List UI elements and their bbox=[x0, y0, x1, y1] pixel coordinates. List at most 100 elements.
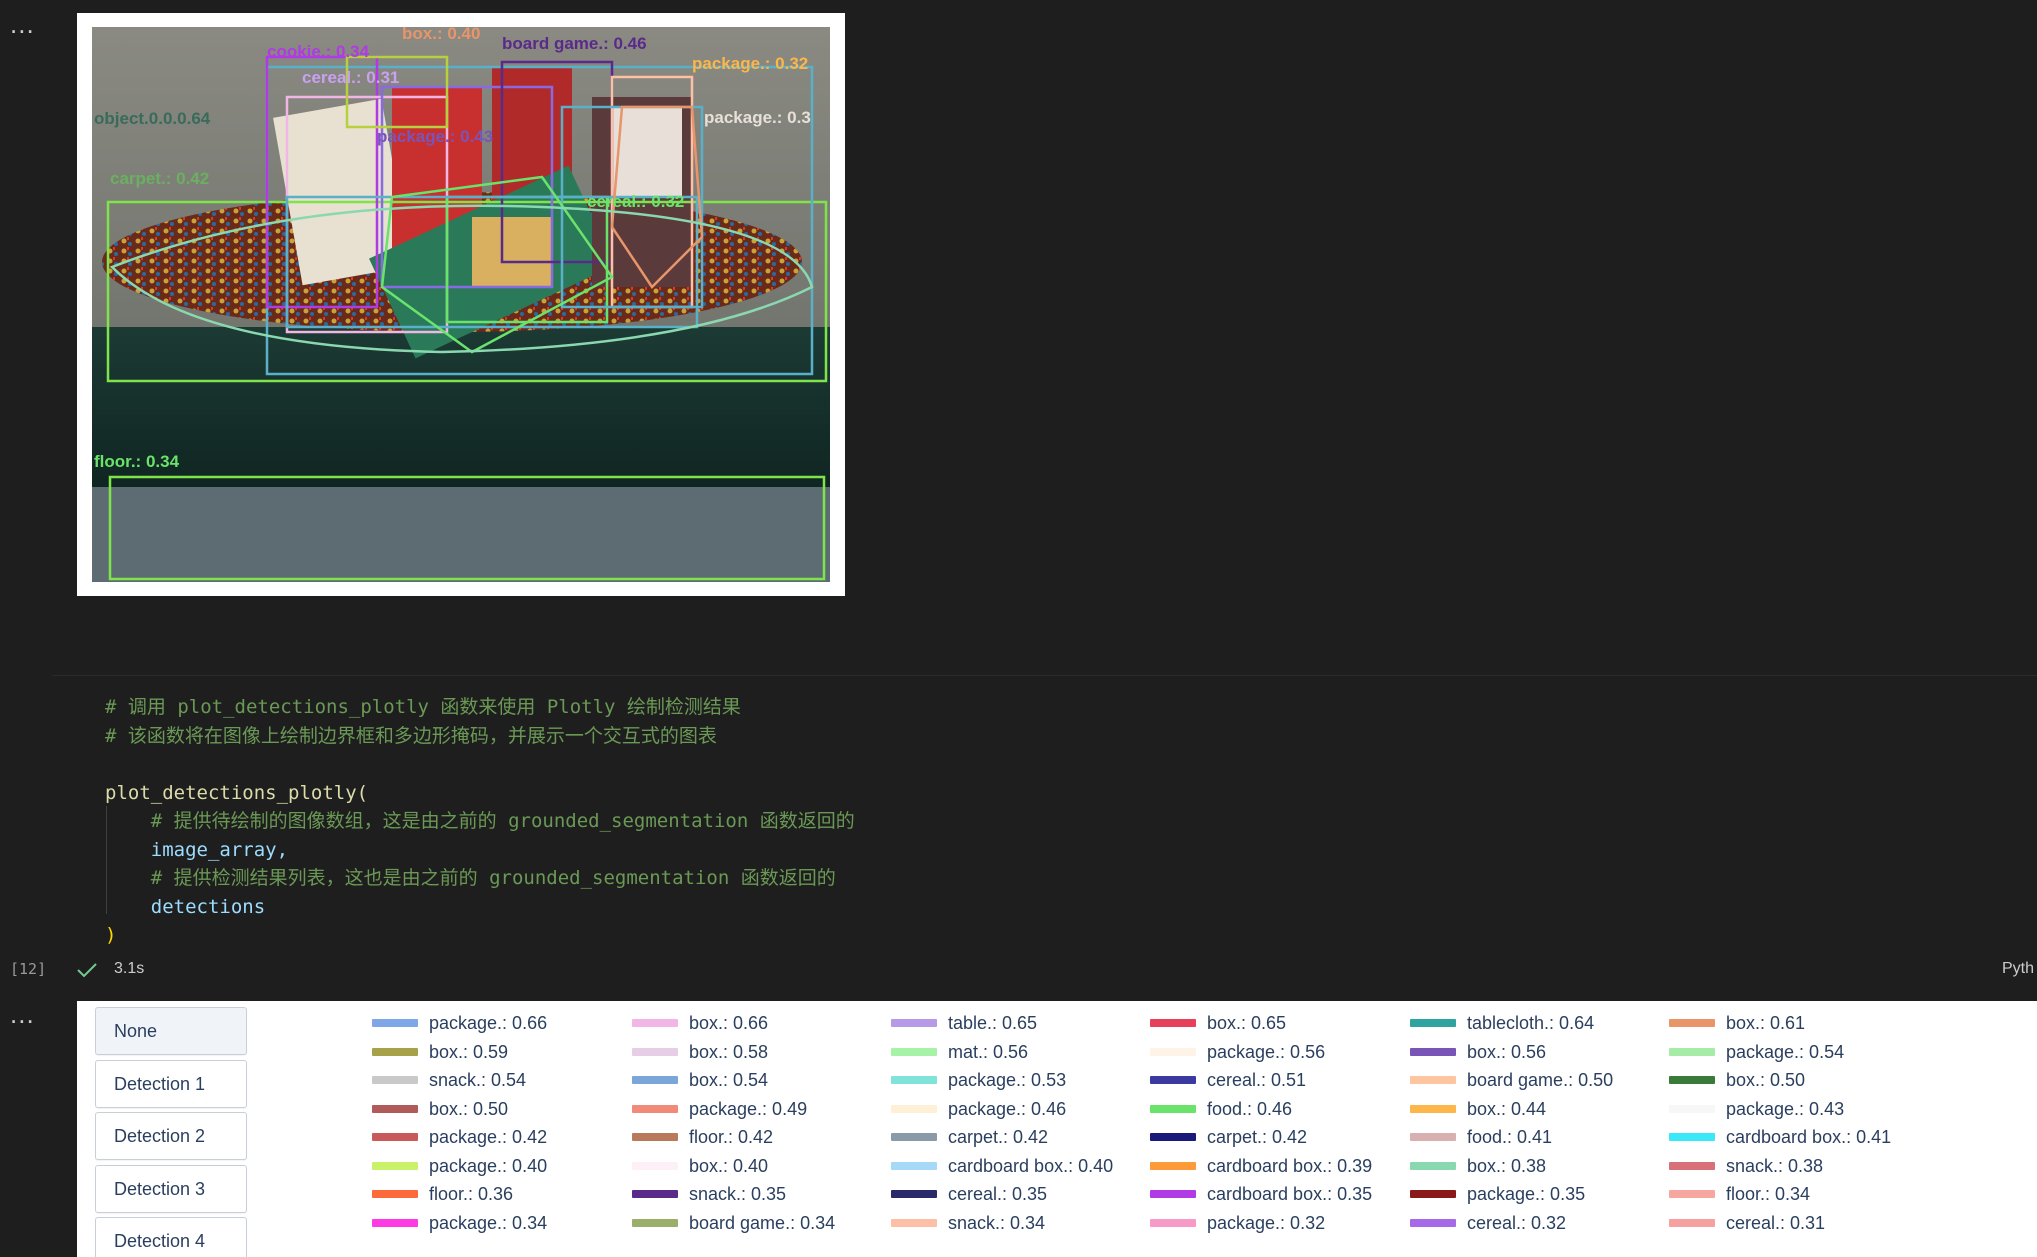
legend-swatch bbox=[1150, 1019, 1196, 1027]
legend-label: floor.: 0.36 bbox=[429, 1184, 514, 1204]
menu-button-detection-2[interactable]: Detection 2 bbox=[95, 1112, 247, 1160]
legend-swatch bbox=[1150, 1047, 1196, 1056]
detection-output-image: floor.: 0.34 carpet.: 0.42 object.0.0.0.… bbox=[77, 13, 845, 596]
label-floor: floor.: 0.34 bbox=[94, 452, 180, 471]
legend-swatch bbox=[1669, 1076, 1715, 1084]
legend-label: package.: 0.32 bbox=[1207, 1212, 1326, 1233]
legend-label: box.: 0.56 bbox=[1467, 1041, 1547, 1062]
legend-label: box.: 0.44 bbox=[1467, 1098, 1547, 1119]
legend-swatch bbox=[891, 1161, 937, 1170]
legend-swatch bbox=[372, 1190, 418, 1198]
legend-swatch bbox=[1410, 1104, 1456, 1113]
legend-swatch bbox=[891, 1047, 937, 1056]
legend-swatch bbox=[1150, 1161, 1196, 1170]
legend-swatch bbox=[891, 1218, 937, 1227]
legend-swatch bbox=[372, 1161, 418, 1170]
legend-swatch bbox=[632, 1047, 678, 1056]
legend-label: package.: 0.34 bbox=[429, 1212, 548, 1233]
legend-label: snack.: 0.35 bbox=[689, 1184, 787, 1204]
legend-swatch bbox=[632, 1104, 678, 1113]
menu-button-detection-1[interactable]: Detection 1 bbox=[95, 1060, 247, 1108]
legend-swatch bbox=[632, 1218, 678, 1227]
label-cereal-mid: cereal.: 0.32 bbox=[587, 192, 684, 211]
legend-label: table.: 0.65 bbox=[948, 1013, 1038, 1033]
label-object: object.0.0.0.64 bbox=[94, 109, 211, 128]
legend-swatch bbox=[1410, 1133, 1456, 1141]
legend-label: package.: 0.46 bbox=[948, 1098, 1067, 1119]
legend-label: package.: 0.40 bbox=[429, 1155, 548, 1176]
legend-swatch bbox=[1669, 1161, 1715, 1170]
legend-label: board game.: 0.34 bbox=[689, 1212, 836, 1233]
legend-swatch bbox=[1150, 1104, 1196, 1113]
legend-label: snack.: 0.54 bbox=[429, 1070, 527, 1090]
legend-label: package.: 0.35 bbox=[1467, 1184, 1586, 1204]
legend-label: box.: 0.61 bbox=[1726, 1013, 1806, 1033]
legend-label: carpet.: 0.42 bbox=[948, 1127, 1049, 1147]
legend-label: cardboard box.: 0.40 bbox=[948, 1155, 1114, 1176]
code-editor[interactable]: # 调用 plot_detections_plotly 函数来使用 Plotly… bbox=[105, 693, 855, 950]
annotated-photo: floor.: 0.34 carpet.: 0.42 object.0.0.0.… bbox=[92, 27, 830, 582]
legend-label: food.: 0.41 bbox=[1467, 1127, 1553, 1147]
legend-swatch bbox=[372, 1047, 418, 1056]
code-line: plot_detections_plotly( bbox=[105, 781, 369, 804]
legend-swatch bbox=[632, 1161, 678, 1170]
legend-swatch bbox=[1669, 1133, 1715, 1141]
legend-swatch bbox=[632, 1190, 678, 1198]
menu-button-detection-3[interactable]: Detection 3 bbox=[95, 1165, 247, 1213]
code-line: detections bbox=[105, 895, 266, 918]
code-line: # 提供待绘制的图像数组，这是由之前的 grounded_segmentatio… bbox=[105, 810, 855, 832]
plotly-output: None Detection 1 Detection 2 Detection 3… bbox=[77, 1001, 2037, 1257]
legend-swatch bbox=[1150, 1076, 1196, 1084]
legend-label: box.: 0.50 bbox=[1726, 1070, 1806, 1090]
legend-label: package.: 0.49 bbox=[689, 1098, 808, 1119]
check-icon bbox=[77, 963, 97, 978]
legend-label: package.: 0.53 bbox=[948, 1070, 1067, 1090]
legend-swatch bbox=[1669, 1047, 1715, 1056]
label-board: board game.: 0.46 bbox=[502, 34, 647, 53]
label-package-right: package.: 0.32 bbox=[692, 54, 808, 73]
legend-label: cardboard box.: 0.35 bbox=[1207, 1184, 1373, 1204]
legend-swatch bbox=[1669, 1019, 1715, 1027]
legend-swatch bbox=[372, 1133, 418, 1141]
label-carpet: carpet.: 0.42 bbox=[110, 169, 209, 188]
execution-count: [12] bbox=[10, 960, 47, 978]
legend-swatch bbox=[372, 1076, 418, 1084]
menu-button-none[interactable]: None bbox=[95, 1007, 247, 1055]
legend-swatch bbox=[1410, 1047, 1456, 1056]
label-pkg-mid: package.: 0.43 bbox=[377, 127, 493, 146]
legend-label: box.: 0.59 bbox=[429, 1041, 509, 1062]
legend-swatch bbox=[1669, 1218, 1715, 1227]
legend-swatch bbox=[1150, 1133, 1196, 1141]
legend-label: box.: 0.40 bbox=[689, 1155, 769, 1176]
legend-swatch bbox=[632, 1133, 678, 1141]
legend-label: box.: 0.38 bbox=[1467, 1155, 1547, 1176]
legend-label: cereal.: 0.31 bbox=[1726, 1212, 1826, 1233]
legend-swatch bbox=[1410, 1076, 1456, 1084]
legend-label: cereal.: 0.32 bbox=[1467, 1212, 1567, 1233]
legend-label: snack.: 0.34 bbox=[948, 1212, 1046, 1233]
legend-label: floor.: 0.34 bbox=[1726, 1184, 1811, 1204]
code-line: image_array, bbox=[105, 838, 289, 861]
output-menu-icon[interactable]: ... bbox=[10, 1001, 35, 1027]
output-menu-icon[interactable]: ... bbox=[10, 11, 35, 37]
legend-label: cereal.: 0.35 bbox=[948, 1184, 1048, 1204]
legend-swatch bbox=[1410, 1019, 1456, 1027]
label-cookie: cookie.: 0.34 bbox=[267, 42, 370, 61]
legend-label: cardboard box.: 0.39 bbox=[1207, 1155, 1373, 1176]
execution-time: 3.1s bbox=[114, 960, 145, 977]
kernel-language[interactable]: Pyth bbox=[2002, 960, 2034, 978]
legend-swatch bbox=[1150, 1190, 1196, 1198]
menu-button-detection-4[interactable]: Detection 4 bbox=[95, 1217, 247, 1257]
legend-swatch bbox=[891, 1104, 937, 1113]
legend-label: food.: 0.46 bbox=[1207, 1098, 1293, 1119]
legend-label: box.: 0.54 bbox=[689, 1070, 769, 1090]
legend-label: package.: 0.54 bbox=[1726, 1041, 1845, 1062]
legend-swatch bbox=[372, 1104, 418, 1113]
legend-label: snack.: 0.38 bbox=[1726, 1155, 1824, 1176]
legend-swatch bbox=[372, 1019, 418, 1027]
legend-label: cereal.: 0.51 bbox=[1207, 1070, 1307, 1090]
legend-label: box.: 0.65 bbox=[1207, 1013, 1287, 1033]
legend-label: board game.: 0.50 bbox=[1467, 1070, 1614, 1090]
legend-swatch bbox=[891, 1133, 937, 1141]
